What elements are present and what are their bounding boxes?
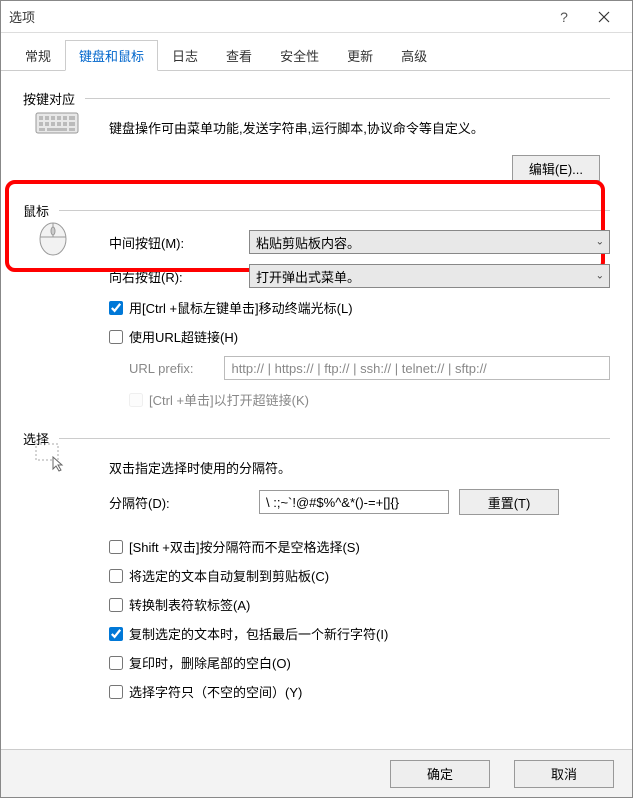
auto-copy-checkbox[interactable]	[109, 569, 123, 583]
tab-log[interactable]: 日志	[158, 40, 212, 71]
url-prefix-label: URL prefix:	[129, 361, 224, 376]
tab-general[interactable]: 常规	[11, 40, 65, 71]
delimiter-input[interactable]	[259, 490, 449, 514]
divider	[59, 438, 610, 439]
tab-update[interactable]: 更新	[333, 40, 387, 71]
tab-advanced[interactable]: 高级	[387, 40, 441, 71]
shift-dblclick-label: [Shift +双击]按分隔符而不是空格选择(S)	[129, 537, 360, 556]
keypress-description: 键盘操作可由菜单功能,发送字符串,运行脚本,协议命令等自定义。	[109, 118, 610, 137]
copy-newline-checkbox[interactable]	[109, 627, 123, 641]
copy-newline-label: 复制选定的文本时，包括最后一个新行字符(I)	[129, 624, 388, 643]
close-icon	[598, 11, 610, 23]
select-chars-checkbox[interactable]	[109, 685, 123, 699]
selection-icon	[35, 443, 81, 483]
ctrl-click-cursor-label: 用[Ctrl +鼠标左键单击]移动终端光标(L)	[129, 298, 353, 317]
right-button-label: 向右按钮(R):	[109, 267, 249, 286]
divider	[59, 210, 610, 211]
convert-tab-label: 转换制表符软标签(A)	[129, 595, 250, 614]
section-selection: 选择 双击指定选择时使用的分隔符。 分隔符(D): 重置(T)	[23, 429, 610, 701]
options-dialog: 选项 ? 常规 键盘和鼠标 日志 查看 安全性 更新 高级 按键对应	[0, 0, 633, 798]
url-hyperlink-label: 使用URL超链接(H)	[129, 327, 238, 346]
tab-bar: 常规 键盘和鼠标 日志 查看 安全性 更新 高级	[1, 33, 632, 71]
ctrl-click-link-label: [Ctrl +单击]以打开超链接(K)	[149, 390, 309, 409]
mouse-icon	[33, 217, 79, 257]
help-button[interactable]: ?	[544, 2, 584, 32]
url-prefix-input[interactable]	[224, 356, 610, 380]
section-mouse: 鼠标 中间按钮(M): 粘贴剪贴板内容。 ⌄	[23, 201, 610, 409]
section-keypress: 按键对应 键盘操作可由菜单功能,发送字符串,运行脚本,协议命令等自定义。 编辑(…	[23, 89, 610, 181]
close-button[interactable]	[584, 2, 624, 32]
edit-button[interactable]: 编辑(E)...	[512, 155, 600, 181]
tab-security[interactable]: 安全性	[266, 40, 333, 71]
right-button-select[interactable]: 打开弹出式菜单。	[249, 264, 610, 288]
shift-dblclick-checkbox[interactable]	[109, 540, 123, 554]
url-hyperlink-checkbox[interactable]	[109, 330, 123, 344]
middle-button-select[interactable]: 粘贴剪贴板内容。	[249, 230, 610, 254]
select-chars-label: 选择字符只（不空的空间）(Y)	[129, 682, 302, 701]
tab-view[interactable]: 查看	[212, 40, 266, 71]
trim-trailing-checkbox[interactable]	[109, 656, 123, 670]
titlebar: 选项 ?	[1, 1, 632, 33]
middle-button-label: 中间按钮(M):	[109, 233, 249, 252]
section-title-keypress: 按键对应	[23, 89, 75, 108]
trim-trailing-label: 复印时，删除尾部的空白(O)	[129, 653, 291, 672]
selection-description: 双击指定选择时使用的分隔符。	[109, 458, 610, 477]
window-title: 选项	[9, 7, 544, 26]
tab-keyboard-mouse[interactable]: 键盘和鼠标	[65, 40, 158, 71]
dialog-footer: 确定 取消	[1, 749, 632, 797]
convert-tab-checkbox[interactable]	[109, 598, 123, 612]
auto-copy-label: 将选定的文本自动复制到剪贴板(C)	[129, 566, 329, 585]
ctrl-click-cursor-checkbox[interactable]	[109, 301, 123, 315]
keyboard-icon	[35, 107, 81, 147]
ok-button[interactable]: 确定	[390, 760, 490, 788]
ctrl-click-link-checkbox	[129, 393, 143, 407]
cancel-button[interactable]: 取消	[514, 760, 614, 788]
content-area: 按键对应 键盘操作可由菜单功能,发送字符串,运行脚本,协议命令等自定义。 编辑(…	[1, 71, 632, 749]
reset-button[interactable]: 重置(T)	[459, 489, 559, 515]
delimiter-label: 分隔符(D):	[109, 493, 249, 512]
divider	[85, 98, 610, 99]
